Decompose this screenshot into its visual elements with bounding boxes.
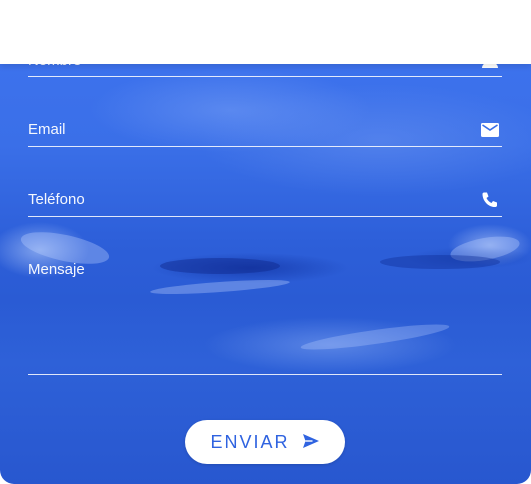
- mail-icon: [480, 120, 500, 140]
- send-icon: [302, 433, 320, 452]
- email-field[interactable]: Email: [28, 108, 502, 147]
- top-app-bar: [0, 0, 531, 64]
- send-button[interactable]: ENVIAR: [185, 420, 345, 464]
- send-button-label: ENVIAR: [210, 431, 290, 452]
- phone-field[interactable]: Teléfono: [28, 178, 502, 217]
- contact-page: Nombre Email Teléfono Mensaje ENVIAR: [0, 0, 531, 484]
- phone-field-label: Teléfono: [28, 191, 85, 208]
- phone-icon: [480, 190, 500, 210]
- message-field[interactable]: Mensaje: [28, 248, 502, 375]
- email-field-label: Email: [28, 121, 66, 138]
- message-field-label: Mensaje: [28, 261, 85, 278]
